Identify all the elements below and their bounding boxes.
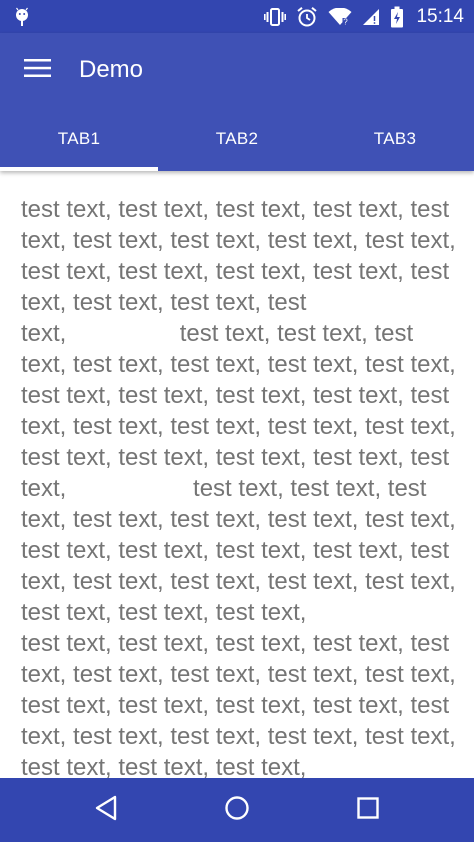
content-text: test text, test text, test text, test te… — [21, 196, 456, 778]
recents-icon — [356, 796, 380, 824]
status-time: 15:14 — [416, 5, 464, 27]
back-button[interactable] — [66, 778, 146, 842]
tab-bar: TAB1 TAB2 TAB3 — [0, 107, 474, 171]
tab-selected-indicator — [0, 167, 158, 171]
vibrate-icon — [264, 7, 287, 26]
signal-icon — [362, 8, 380, 26]
navigation-bar — [0, 778, 474, 842]
app-bar: Demo TAB1 TAB2 TAB3 — [0, 33, 474, 171]
status-bar: ? 15:14 — [0, 0, 474, 33]
android-debug-icon — [14, 7, 30, 27]
page-title: Demo — [79, 56, 144, 83]
hamburger-menu-icon — [24, 58, 52, 82]
wifi-icon: ? — [328, 7, 352, 26]
alarm-icon — [296, 6, 318, 28]
battery-charging-icon — [390, 6, 404, 28]
toolbar: Demo — [0, 33, 474, 107]
recents-button[interactable] — [328, 778, 408, 842]
tab-content[interactable]: test text, test text, test text, test te… — [0, 171, 474, 778]
menu-button[interactable] — [0, 33, 76, 107]
tab-2[interactable]: TAB2 — [158, 107, 316, 171]
svg-text:?: ? — [344, 17, 349, 26]
tab-1[interactable]: TAB1 — [0, 107, 158, 171]
back-icon — [94, 795, 118, 825]
home-icon — [224, 795, 250, 825]
home-button[interactable] — [197, 778, 277, 842]
tab-3[interactable]: TAB3 — [316, 107, 474, 171]
